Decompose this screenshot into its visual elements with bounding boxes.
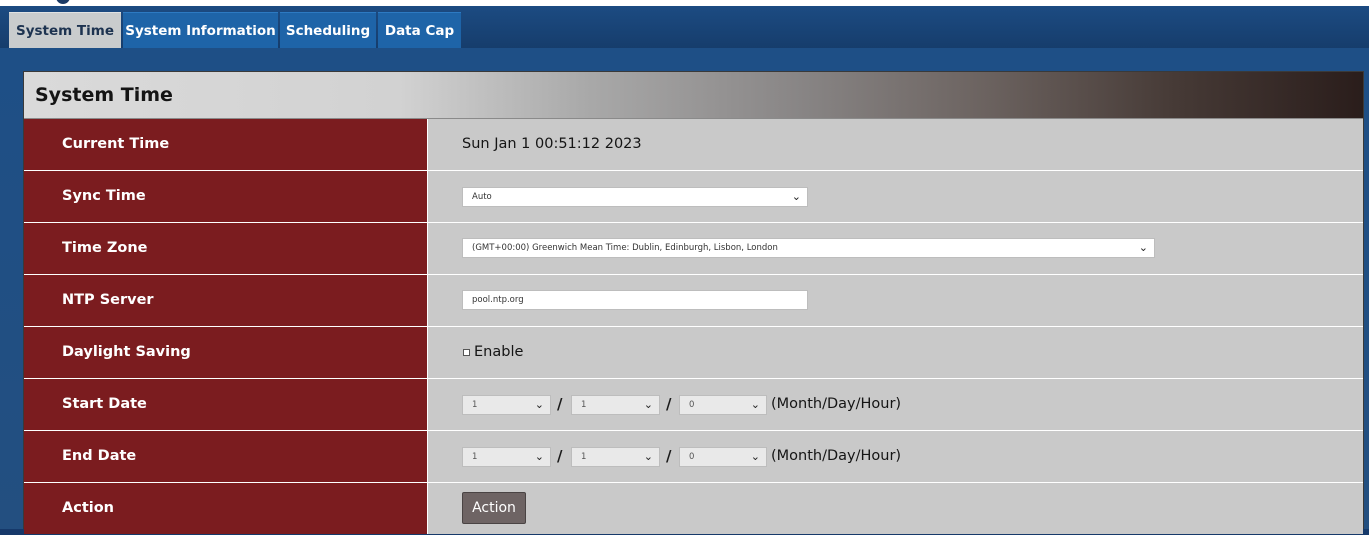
end-day-value: 1 <box>581 452 587 462</box>
daylight-saving-enable-label: Enable <box>474 344 524 360</box>
end-date-format-hint: (Month/Day/Hour) <box>771 448 902 464</box>
start-month-value: 1 <box>472 400 478 410</box>
daylight-saving-cell: Enable <box>427 327 1363 378</box>
chevron-down-icon: ⌄ <box>534 450 544 463</box>
action-cell: Action <box>427 483 1363 534</box>
sync-time-select[interactable]: Auto ⌄ <box>462 187 808 207</box>
row-time-zone: Time Zone (GMT+00:00) Greenwich Mean Tim… <box>24 223 1363 275</box>
ntp-server-input[interactable]: pool.ntp.org <box>462 290 808 310</box>
action-button[interactable]: Action <box>462 492 526 524</box>
start-date-label: Start Date <box>24 379 427 430</box>
end-month-value: 1 <box>472 452 478 462</box>
system-time-panel: System Time Current Time Sun Jan 1 00:51… <box>23 71 1364 534</box>
end-hour-value: 0 <box>689 452 695 462</box>
current-time-value: Sun Jan 1 00:51:12 2023 <box>462 136 642 152</box>
row-sync-time: Sync Time Auto ⌄ <box>24 171 1363 223</box>
date-separator: / <box>557 447 563 465</box>
sync-time-label: Sync Time <box>24 171 427 222</box>
date-separator: / <box>557 395 563 413</box>
row-action: Action Action <box>24 483 1363 535</box>
tab-data-cap[interactable]: Data Cap <box>378 12 461 48</box>
chevron-down-icon: ⌄ <box>643 450 653 463</box>
start-month-select[interactable]: 1 ⌄ <box>462 395 551 415</box>
tab-scheduling[interactable]: Scheduling <box>280 12 376 48</box>
end-month-select[interactable]: 1 ⌄ <box>462 447 551 467</box>
ntp-server-value: pool.ntp.org <box>472 295 524 305</box>
ntp-server-label: NTP Server <box>24 275 427 326</box>
current-time-cell: Sun Jan 1 00:51:12 2023 <box>427 119 1363 170</box>
sync-time-selected: Auto <box>472 192 492 202</box>
tab-bar: System Time System Information Schedulin… <box>0 6 1369 48</box>
time-zone-selected: (GMT+00:00) Greenwich Mean Time: Dublin,… <box>472 243 778 253</box>
tab-system-information[interactable]: System Information <box>123 12 278 48</box>
end-hour-select[interactable]: 0 ⌄ <box>679 447 767 467</box>
current-time-label: Current Time <box>24 119 427 170</box>
daylight-saving-label: Daylight Saving <box>24 327 427 378</box>
time-zone-cell: (GMT+00:00) Greenwich Mean Time: Dublin,… <box>427 223 1363 274</box>
action-label: Action <box>24 483 427 534</box>
row-current-time: Current Time Sun Jan 1 00:51:12 2023 <box>24 119 1363 171</box>
start-date-cell: 1 ⌄ / 1 ⌄ / 0 ⌄ (Month/Day/Hour) <box>427 379 1363 430</box>
row-end-date: End Date 1 ⌄ / 1 ⌄ / 0 ⌄ (Month/Day/Hour… <box>24 431 1363 483</box>
time-zone-select[interactable]: (GMT+00:00) Greenwich Mean Time: Dublin,… <box>462 238 1155 258</box>
end-date-cell: 1 ⌄ / 1 ⌄ / 0 ⌄ (Month/Day/Hour) <box>427 431 1363 482</box>
row-ntp-server: NTP Server pool.ntp.org <box>24 275 1363 327</box>
date-separator: / <box>666 395 672 413</box>
time-zone-label: Time Zone <box>24 223 427 274</box>
daylight-saving-checkbox[interactable] <box>463 349 470 356</box>
end-date-label: End Date <box>24 431 427 482</box>
panel-title: System Time <box>35 84 173 106</box>
start-hour-select[interactable]: 0 ⌄ <box>679 395 767 415</box>
start-date-format-hint: (Month/Day/Hour) <box>771 396 902 412</box>
sync-time-cell: Auto ⌄ <box>427 171 1363 222</box>
chevron-down-icon: ⌄ <box>791 190 801 203</box>
chevron-down-icon: ⌄ <box>534 398 544 411</box>
chevron-down-icon: ⌄ <box>1138 241 1148 254</box>
date-separator: / <box>666 447 672 465</box>
panel-header: System Time <box>24 72 1363 119</box>
start-day-value: 1 <box>581 400 587 410</box>
row-start-date: Start Date 1 ⌄ / 1 ⌄ / 0 ⌄ (Month/Day/Ho… <box>24 379 1363 431</box>
start-hour-value: 0 <box>689 400 695 410</box>
ntp-server-cell: pool.ntp.org <box>427 275 1363 326</box>
tab-system-time[interactable]: System Time <box>9 12 121 48</box>
chevron-down-icon: ⌄ <box>643 398 653 411</box>
chevron-down-icon: ⌄ <box>750 398 760 411</box>
row-daylight-saving: Daylight Saving Enable <box>24 327 1363 379</box>
end-day-select[interactable]: 1 ⌄ <box>571 447 660 467</box>
header-glyph-fragment <box>56 0 70 4</box>
chevron-down-icon: ⌄ <box>750 450 760 463</box>
start-day-select[interactable]: 1 ⌄ <box>571 395 660 415</box>
